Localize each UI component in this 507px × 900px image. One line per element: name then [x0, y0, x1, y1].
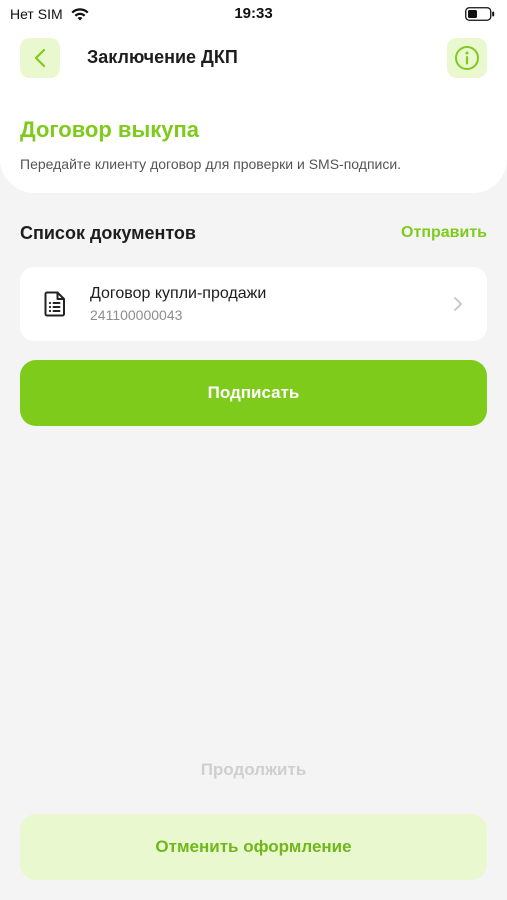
chevron-right-icon — [454, 297, 462, 311]
status-bar: Нет SIM 19:33 — [0, 0, 507, 30]
document-number: 241100000043 — [90, 307, 183, 323]
continue-button[interactable]: Продолжить — [0, 760, 507, 780]
back-button[interactable] — [20, 38, 60, 78]
cancel-registration-button[interactable]: Отменить оформление — [20, 814, 487, 880]
documents-section-title: Список документов — [20, 223, 196, 243]
header-card: Нет SIM 19:33 Заключение ДКП Договор вык… — [0, 0, 507, 193]
document-icon — [44, 291, 65, 317]
page-title: Заключение ДКП — [87, 47, 238, 67]
info-button[interactable] — [447, 38, 487, 78]
chevron-left-icon — [34, 48, 46, 68]
clock: 19:33 — [234, 5, 273, 22]
document-title: Договор купли-продажи — [90, 285, 267, 302]
page: Нет SIM 19:33 Заключение ДКП Договор вык… — [0, 0, 507, 900]
hero-subtitle: Передайте клиенту договор для проверки и… — [20, 156, 402, 172]
send-button[interactable]: Отправить — [401, 224, 487, 242]
info-icon — [455, 46, 479, 70]
document-list-item[interactable]: Договор купли-продажи 241100000043 — [20, 267, 487, 341]
sign-button[interactable]: Подписать — [20, 360, 487, 426]
hero-title: Договор выкупа — [20, 117, 199, 142]
battery-icon — [465, 7, 495, 21]
